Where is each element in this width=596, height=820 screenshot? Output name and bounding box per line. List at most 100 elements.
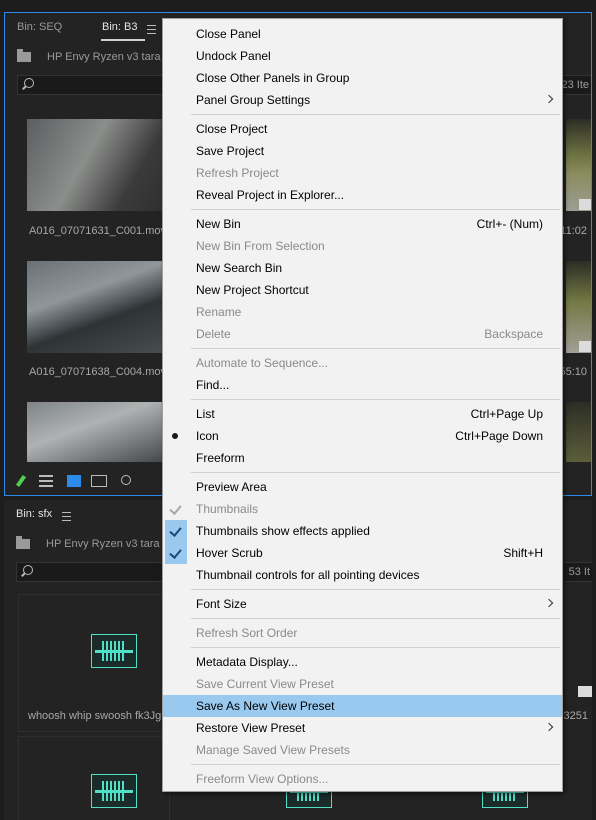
clip-thumbnail[interactable] xyxy=(27,119,177,211)
bin-path: HP Envy Ryzen v3 tara xyxy=(17,49,161,63)
menu-item-close-other-panels-in-group[interactable]: Close Other Panels in Group xyxy=(163,67,562,89)
menu-item-label: Reveal Project in Explorer... xyxy=(196,188,345,202)
tab-bin-seq[interactable]: Bin: SEQ xyxy=(17,21,62,33)
bin-path: HP Envy Ryzen v3 tara xyxy=(16,536,160,550)
menu-separator xyxy=(191,589,560,590)
menu-separator xyxy=(191,647,560,648)
menu-item-freeform[interactable]: Freeform xyxy=(163,447,562,469)
panel-menu-icon[interactable] xyxy=(62,512,71,521)
search-icon xyxy=(23,565,33,575)
menu-item-find[interactable]: Find... xyxy=(163,374,562,396)
check-column xyxy=(165,520,187,542)
menu-item-label: Freeform xyxy=(196,451,245,465)
clip-type-icon xyxy=(579,199,591,210)
clip-thumbnail[interactable] xyxy=(566,261,591,353)
menu-item-label: Close Project xyxy=(196,122,268,136)
menu-item-shortcut: Ctrl+Page Down xyxy=(455,429,543,443)
checkmark-icon xyxy=(169,524,182,537)
menu-item-shortcut: Shift+H xyxy=(503,546,543,560)
menu-item-save-project[interactable]: Save Project xyxy=(163,140,562,162)
menu-item-close-panel[interactable]: Close Panel xyxy=(163,23,562,45)
menu-item-metadata-display[interactable]: Metadata Display... xyxy=(163,651,562,673)
tab-bin-b3[interactable]: Bin: B3 xyxy=(102,21,137,33)
menu-item-label: Refresh Sort Order xyxy=(196,626,298,640)
menu-item-thumbnail-controls-for-all-pointing-devices[interactable]: Thumbnail controls for all pointing devi… xyxy=(163,564,562,586)
menu-item-shortcut: Ctrl+Page Up xyxy=(470,407,543,421)
menu-item-label: Preview Area xyxy=(196,480,267,494)
menu-item-delete: Delete Backspace xyxy=(163,323,562,345)
menu-item-panel-group-settings[interactable]: Panel Group Settings xyxy=(163,89,562,111)
list-view-icon[interactable] xyxy=(39,475,53,487)
item-count: 23 Ite xyxy=(561,79,589,91)
menu-item-label: Refresh Project xyxy=(196,166,279,180)
menu-item-label: Panel Group Settings xyxy=(196,93,311,107)
zoom-slider-handle-icon[interactable] xyxy=(121,475,131,485)
menu-item-label: Find... xyxy=(196,378,230,392)
menu-item-close-project[interactable]: Close Project xyxy=(163,118,562,140)
menu-item-label: List xyxy=(196,407,215,421)
menu-item-label: Restore View Preset xyxy=(196,721,306,735)
menu-item-thumbnails-show-effects-applied[interactable]: Thumbnails show effects applied xyxy=(163,520,562,542)
bin-path-label: HP Envy Ryzen v3 tara xyxy=(46,538,160,550)
menu-item-label: New Bin From Selection xyxy=(196,239,325,253)
clip-thumbnail[interactable] xyxy=(566,402,591,462)
menu-item-refresh-project: Refresh Project xyxy=(163,162,562,184)
menu-item-new-project-shortcut[interactable]: New Project Shortcut xyxy=(163,279,562,301)
clip-name: A016_07071631_C001.mov xyxy=(29,225,167,237)
audio-waveform-icon xyxy=(91,774,137,808)
menu-item-label: Manage Saved View Presets xyxy=(196,743,350,757)
menu-item-hover-scrub[interactable]: Hover Scrub Shift+H xyxy=(163,542,562,564)
clip-duration: 55:10 xyxy=(559,366,587,378)
clip-type-icon xyxy=(578,686,592,697)
clip-name: whoosh whip swoosh fk3Jg xyxy=(28,710,162,722)
freeform-view-icon[interactable] xyxy=(91,475,107,487)
menu-item-font-size[interactable]: Font Size xyxy=(163,593,562,615)
menu-item-rename: Rename xyxy=(163,301,562,323)
menu-separator xyxy=(191,472,560,473)
menu-item-reveal-project-in-explorer[interactable]: Reveal Project in Explorer... xyxy=(163,184,562,206)
icon-view-icon[interactable] xyxy=(67,475,81,487)
menu-item-label: Hover Scrub xyxy=(196,546,263,560)
menu-item-new-bin-from-selection: New Bin From Selection xyxy=(163,235,562,257)
clip-name: A016_07071638_C004.mov xyxy=(29,366,167,378)
menu-item-shortcut: Backspace xyxy=(484,327,543,341)
parent-folder-icon[interactable] xyxy=(16,536,30,550)
bin-path-label: HP Envy Ryzen v3 tara xyxy=(47,51,161,63)
audio-waveform-icon xyxy=(91,634,137,668)
submenu-arrow-icon xyxy=(544,722,554,732)
menu-item-preview-area[interactable]: Preview Area xyxy=(163,476,562,498)
pencil-icon[interactable] xyxy=(15,474,27,488)
menu-item-label: Thumbnail controls for all pointing devi… xyxy=(196,568,420,582)
parent-folder-icon[interactable] xyxy=(17,49,31,63)
menu-item-label: Save As New View Preset xyxy=(196,699,335,713)
menu-item-label: Metadata Display... xyxy=(196,655,298,669)
menu-item-freeform-view-options: Freeform View Options... xyxy=(163,768,562,790)
menu-item-label: New Search Bin xyxy=(196,261,283,275)
clip-duration: 11:02 xyxy=(560,225,587,237)
menu-separator xyxy=(191,764,560,765)
clip-thumbnail[interactable] xyxy=(566,119,591,211)
clip-thumbnail[interactable] xyxy=(27,261,177,353)
menu-item-restore-view-preset[interactable]: Restore View Preset xyxy=(163,717,562,739)
checkmark-icon xyxy=(169,502,182,515)
panel-menu-icon[interactable] xyxy=(147,25,156,34)
menu-item-label: Thumbnails show effects applied xyxy=(196,524,370,538)
menu-item-undock-panel[interactable]: Undock Panel xyxy=(163,45,562,67)
menu-item-label: Thumbnails xyxy=(196,502,259,516)
menu-item-manage-saved-view-presets: Manage Saved View Presets xyxy=(163,739,562,761)
menu-item-new-bin[interactable]: New Bin Ctrl+- (Num) xyxy=(163,213,562,235)
menu-item-list[interactable]: List Ctrl+Page Up xyxy=(163,403,562,425)
panel-context-menu: Close Panel Undock Panel Close Other Panel… xyxy=(162,18,563,792)
menu-item-label: New Project Shortcut xyxy=(196,283,309,297)
menu-item-icon[interactable]: Icon Ctrl+Page Down xyxy=(163,425,562,447)
menu-item-save-as-new-view-preset[interactable]: Save As New View Preset xyxy=(163,695,562,717)
search-icon xyxy=(24,78,34,88)
clip-thumbnail[interactable] xyxy=(27,402,177,462)
tab-bin-sfx[interactable]: Bin: sfx xyxy=(16,508,52,520)
menu-separator xyxy=(191,399,560,400)
menu-item-label: New Bin xyxy=(196,217,241,231)
submenu-arrow-icon xyxy=(544,94,554,104)
check-column xyxy=(165,498,187,520)
menu-item-thumbnails: Thumbnails xyxy=(163,498,562,520)
menu-item-new-search-bin[interactable]: New Search Bin xyxy=(163,257,562,279)
